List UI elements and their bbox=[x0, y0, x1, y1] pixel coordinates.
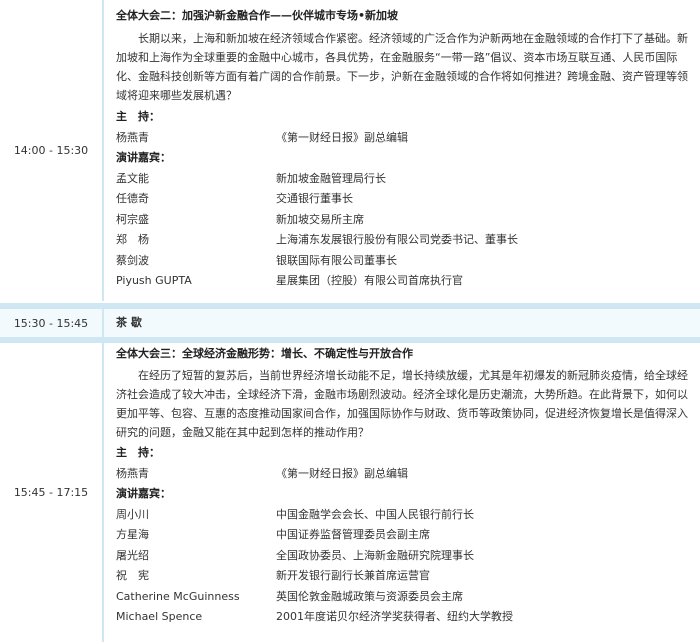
session-intro: 在经历了短暂的复苏后，当前世界经济增长动能不足，增长持续放缓，尤其是年初爆发的新… bbox=[116, 369, 688, 439]
speaker-role: 中国证券监督管理委员会副主席 bbox=[276, 528, 430, 541]
speaker-entry: 周小川 中国金融学会会长、中国人民银行前行长 bbox=[116, 505, 692, 526]
speaker-name: 孟文能 bbox=[116, 171, 149, 185]
break-time: 15:30 - 15:45 bbox=[0, 309, 104, 337]
speaker-role: 2001年度诺贝尔经济学奖获得者、纽约大学教授 bbox=[276, 610, 513, 623]
session-row-2: 14:00 - 15:30 全体大会二：加强沪新金融合作——伙伴城市专场•新加坡… bbox=[0, 0, 700, 301]
speaker-name: Piyush GUPTA bbox=[116, 274, 192, 287]
agenda-table: 14:00 - 15:30 全体大会二：加强沪新金融合作——伙伴城市专场•新加坡… bbox=[0, 0, 700, 642]
speaker-name: 周小川 bbox=[116, 507, 149, 521]
speaker-role: 新加坡交易所主席 bbox=[276, 212, 364, 226]
host-name: 杨燕青 bbox=[116, 130, 149, 144]
speaker-name: 祝 宪 bbox=[116, 569, 149, 582]
speaker-name: 蔡剑波 bbox=[116, 253, 149, 267]
session-content: 全体大会三：全球经济金融形势：增长、不确定性与开放合作 在经历了短暂的复苏后，当… bbox=[104, 343, 700, 642]
speaker-name: Michael Spence bbox=[116, 610, 203, 623]
host-label: 主 持： bbox=[116, 446, 160, 459]
session-title: 全体大会三：全球经济金融形势：增长、不确定性与开放合作 bbox=[116, 347, 413, 360]
speaker-entry: Catherine McGuinness 英国伦敦金融城政策与资源委员会主席 bbox=[116, 587, 692, 608]
speaker-entry: 屠光绍 全国政协委员、上海新金融研究院理事长 bbox=[116, 546, 692, 567]
session-row-3: 15:45 - 17:15 全体大会三：全球经济金融形势：增长、不确定性与开放合… bbox=[0, 343, 700, 642]
session-time: 14:00 - 15:30 bbox=[0, 0, 104, 301]
speaker-entry: 方星海 中国证券监督管理委员会副主席 bbox=[116, 525, 692, 546]
speaker-role: 交通银行董事长 bbox=[276, 192, 353, 205]
speaker-role: 全国政协委员、上海新金融研究院理事长 bbox=[276, 548, 474, 562]
speaker-name: Catherine McGuinness bbox=[116, 589, 240, 603]
host-entry: 杨燕青 《第一财经日报》副总编辑 bbox=[116, 464, 692, 485]
host-label: 主 持： bbox=[116, 110, 160, 123]
speaker-role: 中国金融学会会长、中国人民银行前行长 bbox=[276, 507, 474, 521]
speakers-label: 演讲嘉宾： bbox=[116, 151, 171, 164]
speaker-entry: Piyush GUPTA 星展集团（控股）有限公司首席执行官 bbox=[116, 271, 692, 292]
speaker-role: 上海浦东发展银行股份有限公司党委书记、董事长 bbox=[276, 233, 518, 246]
speaker-role: 新开发银行副行长兼首席运营官 bbox=[276, 569, 430, 582]
host-role: 《第一财经日报》副总编辑 bbox=[276, 130, 408, 144]
speaker-role: 银联国际有限公司董事长 bbox=[276, 253, 397, 267]
speaker-name: 方星海 bbox=[116, 528, 149, 541]
speaker-name: 郑 杨 bbox=[116, 233, 149, 246]
speaker-entry: 郑 杨 上海浦东发展银行股份有限公司党委书记、董事长 bbox=[116, 230, 692, 251]
speaker-entry: 孟文能 新加坡金融管理局行长 bbox=[116, 169, 692, 190]
speaker-entry: 任德奇 交通银行董事长 bbox=[116, 189, 692, 210]
session-content: 全体大会二：加强沪新金融合作——伙伴城市专场•新加坡 长期以来，上海和新加坡在经… bbox=[104, 0, 700, 301]
speaker-role: 星展集团（控股）有限公司首席执行官 bbox=[276, 274, 463, 287]
session-intro: 长期以来，上海和新加坡在经济领域合作紧密。经济领域的广泛合作为沪新两地在金融领域… bbox=[116, 32, 688, 102]
speaker-role: 英国伦敦金融城政策与资源委员会主席 bbox=[276, 589, 463, 603]
speaker-name: 屠光绍 bbox=[116, 548, 149, 562]
speaker-name: 任德奇 bbox=[116, 192, 149, 205]
session-time: 15:45 - 17:15 bbox=[0, 343, 104, 642]
speaker-entry: 祝 宪 新开发银行副行长兼首席运营官 bbox=[116, 566, 692, 587]
speakers-label: 演讲嘉宾： bbox=[116, 487, 171, 500]
speaker-entry: 柯宗盛 新加坡交易所主席 bbox=[116, 210, 692, 231]
speaker-entry: Michael Spence 2001年度诺贝尔经济学奖获得者、纽约大学教授 bbox=[116, 607, 692, 628]
speaker-entry: 蔡剑波 银联国际有限公司董事长 bbox=[116, 251, 692, 272]
host-entry: 杨燕青 《第一财经日报》副总编辑 bbox=[116, 128, 692, 149]
break-content: 茶 歇 bbox=[104, 309, 700, 337]
session-title: 全体大会二：加强沪新金融合作——伙伴城市专场•新加坡 bbox=[116, 9, 399, 22]
break-label: 茶 歇 bbox=[116, 316, 142, 329]
break-row: 15:30 - 15:45 茶 歇 bbox=[0, 309, 700, 337]
host-role: 《第一财经日报》副总编辑 bbox=[276, 466, 408, 480]
host-name: 杨燕青 bbox=[116, 466, 149, 480]
speaker-name: 柯宗盛 bbox=[116, 212, 149, 226]
speaker-role: 新加坡金融管理局行长 bbox=[276, 171, 386, 185]
